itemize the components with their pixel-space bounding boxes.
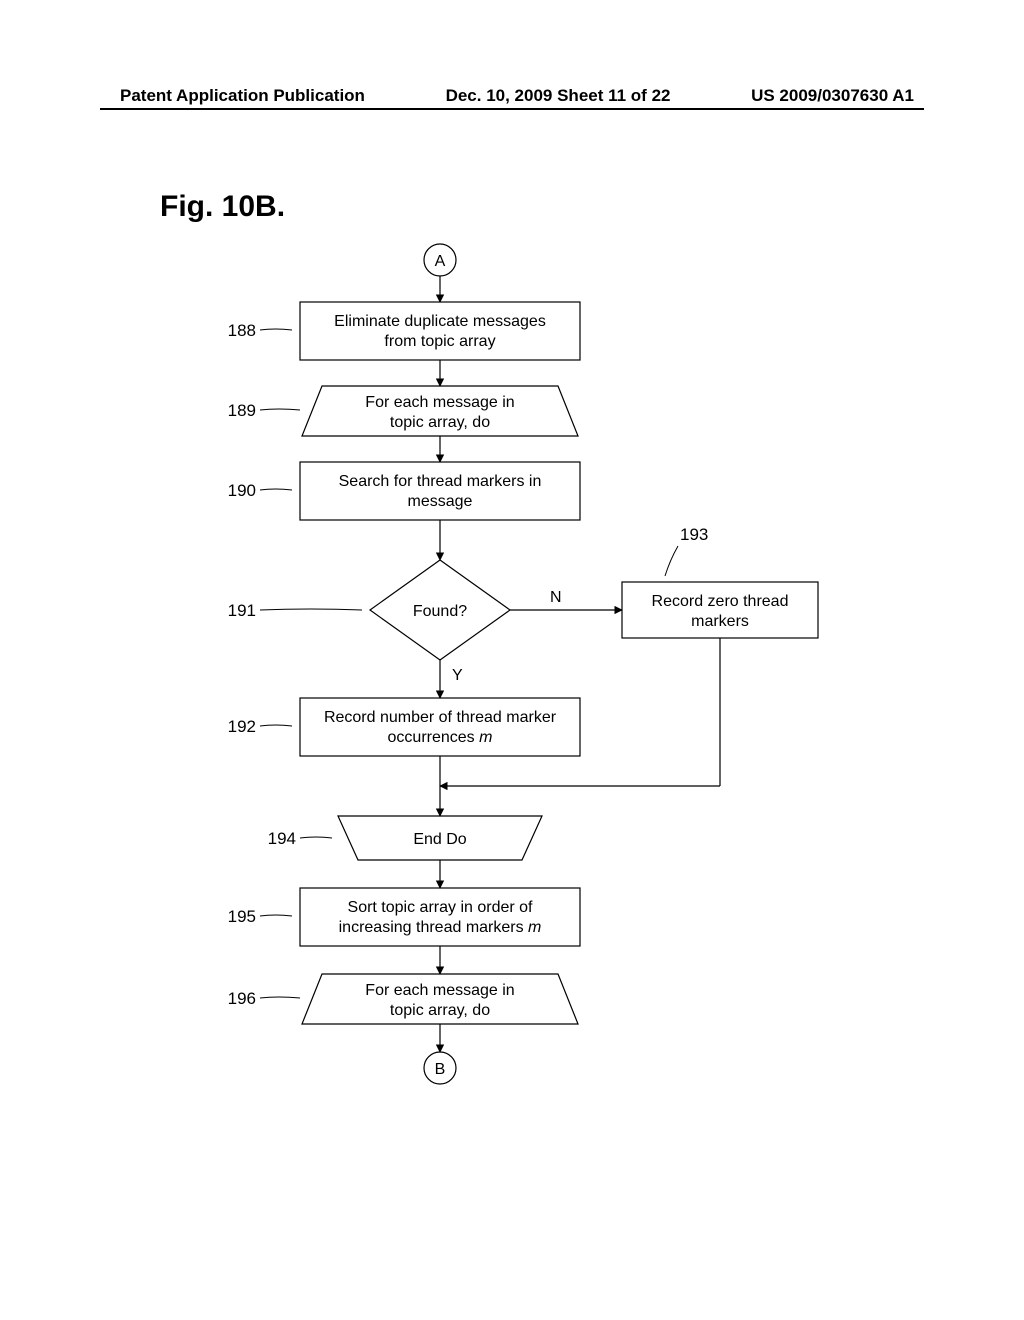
edge-yes-label: Y	[452, 667, 463, 684]
step-195-line1: Sort topic array in order of	[348, 899, 534, 916]
step-195-line2: increasing thread markers m	[339, 919, 542, 936]
header-rule	[100, 108, 924, 110]
ref-191: 191	[228, 601, 256, 620]
step-190-rect	[300, 462, 580, 520]
header-mid: Dec. 10, 2009 Sheet 11 of 22	[446, 86, 671, 106]
ref-193: 193	[680, 525, 708, 544]
ref-188: 188	[228, 321, 256, 340]
step-195-rect	[300, 888, 580, 946]
connector-b-label: B	[435, 1061, 446, 1078]
ref-192: 192	[228, 717, 256, 736]
ref-195: 195	[228, 907, 256, 926]
step-192-line1: Record number of thread marker	[324, 709, 557, 726]
step-188-line1: Eliminate duplicate messages	[334, 313, 546, 330]
loop-end-194-text: End Do	[413, 831, 466, 848]
loop-196-line1: For each message in	[365, 982, 514, 999]
header-left: Patent Application Publication	[120, 86, 365, 106]
step-193-line1: Record zero thread	[652, 593, 789, 610]
loop-196-line2: topic array, do	[390, 1002, 490, 1019]
flowchart-svg: A Eliminate duplicate messages from topi…	[0, 230, 1024, 1230]
step-188-rect	[300, 302, 580, 360]
step-190-line2: message	[408, 493, 473, 510]
decision-191-text: Found?	[413, 603, 467, 620]
ref-189: 189	[228, 401, 256, 420]
edge-no-label: N	[550, 589, 562, 606]
ref-194: 194	[268, 829, 296, 848]
step-192-rect	[300, 698, 580, 756]
step-192-line2: occurrences m	[388, 729, 493, 746]
step-190-line1: Search for thread markers in	[339, 473, 542, 490]
step-188-line2: from topic array	[384, 333, 495, 350]
loop-189-line1: For each message in	[365, 394, 514, 411]
connector-a-label: A	[435, 253, 446, 270]
header-right: US 2009/0307630 A1	[751, 86, 914, 106]
ref-196: 196	[228, 989, 256, 1008]
loop-189-line2: topic array, do	[390, 414, 490, 431]
page-header: Patent Application Publication Dec. 10, …	[0, 86, 1024, 106]
ref-190: 190	[228, 481, 256, 500]
figure-title: Fig. 10B.	[160, 190, 285, 224]
step-193-line2: markers	[691, 613, 749, 630]
